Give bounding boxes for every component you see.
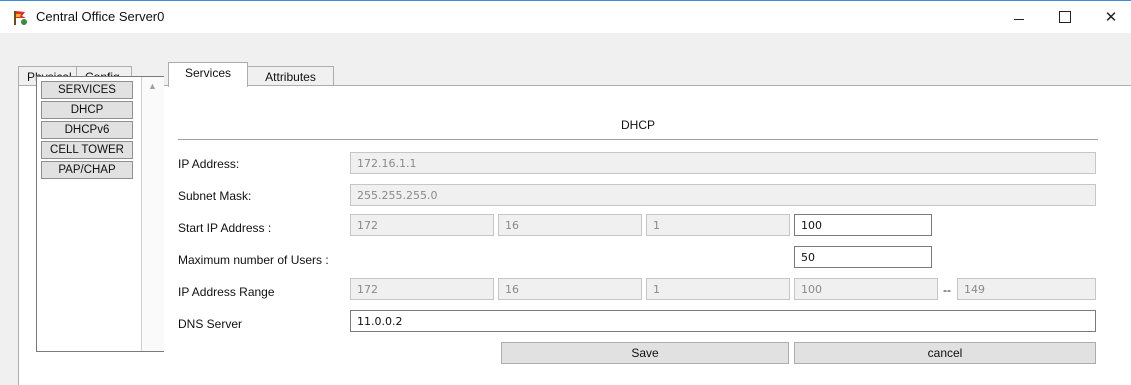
server-app-icon xyxy=(12,9,30,27)
subnet-mask-field xyxy=(350,184,1096,206)
ip-range-octet-2 xyxy=(498,278,642,300)
maximize-button[interactable] xyxy=(1042,1,1088,33)
scroll-up-icon[interactable]: ▲ xyxy=(148,81,157,91)
tab-attributes[interactable]: Attributes xyxy=(247,66,334,86)
start-ip-octet-2 xyxy=(498,214,642,236)
title-bar: Central Office Server0 ✕ xyxy=(0,1,1131,33)
ip-range-label: IP Address Range xyxy=(178,285,275,299)
ip-range-end-field xyxy=(957,278,1096,300)
client-area: Physical Config Services Attributes xyxy=(0,33,1131,385)
subnet-mask-label: Subnet Mask: xyxy=(178,189,252,203)
services-list-item-services[interactable]: SERVICES xyxy=(41,81,133,99)
dhcp-section-title: DHCP xyxy=(620,118,655,132)
services-scrollbar[interactable]: ▲ xyxy=(141,77,164,351)
maximize-icon xyxy=(1059,11,1071,23)
ip-address-label: IP Address: xyxy=(178,157,240,171)
window-title: Central Office Server0 xyxy=(36,9,165,24)
divider xyxy=(178,139,1098,140)
ip-range-separator: -- xyxy=(943,283,951,297)
dns-server-input[interactable] xyxy=(350,310,1096,332)
max-users-label: Maximum number of Users : xyxy=(178,253,329,267)
ip-range-octet-3 xyxy=(646,278,790,300)
start-ip-octet-3 xyxy=(646,214,790,236)
close-button[interactable]: ✕ xyxy=(1088,1,1131,33)
ip-range-octet-1 xyxy=(350,278,494,300)
minimize-button[interactable] xyxy=(996,1,1042,33)
ip-range-octet-4 xyxy=(794,278,938,300)
services-list-item-dhcpv6[interactable]: DHCPv6 xyxy=(41,121,133,139)
dns-server-label: DNS Server xyxy=(178,317,243,331)
services-list-item-pap-chap[interactable]: PAP/CHAP xyxy=(41,161,133,179)
services-list: SERVICES DHCP DHCPv6 CELL TOWER PAP/CHAP… xyxy=(36,76,164,352)
ip-address-field xyxy=(350,152,1096,174)
minimize-icon xyxy=(1014,18,1024,20)
start-ip-label: Start IP Address : xyxy=(178,221,272,235)
tab-services[interactable]: Services xyxy=(168,62,248,87)
services-list-item-cell-tower[interactable]: CELL TOWER xyxy=(41,141,133,159)
close-icon: ✕ xyxy=(1104,9,1118,26)
start-ip-octet-1 xyxy=(350,214,494,236)
services-list-item-dhcp[interactable]: DHCP xyxy=(41,101,133,119)
max-users-input[interactable] xyxy=(794,246,932,268)
start-ip-octet-4-input[interactable] xyxy=(794,214,932,236)
cancel-button[interactable]: cancel xyxy=(794,342,1096,364)
save-button[interactable]: Save xyxy=(501,342,789,364)
